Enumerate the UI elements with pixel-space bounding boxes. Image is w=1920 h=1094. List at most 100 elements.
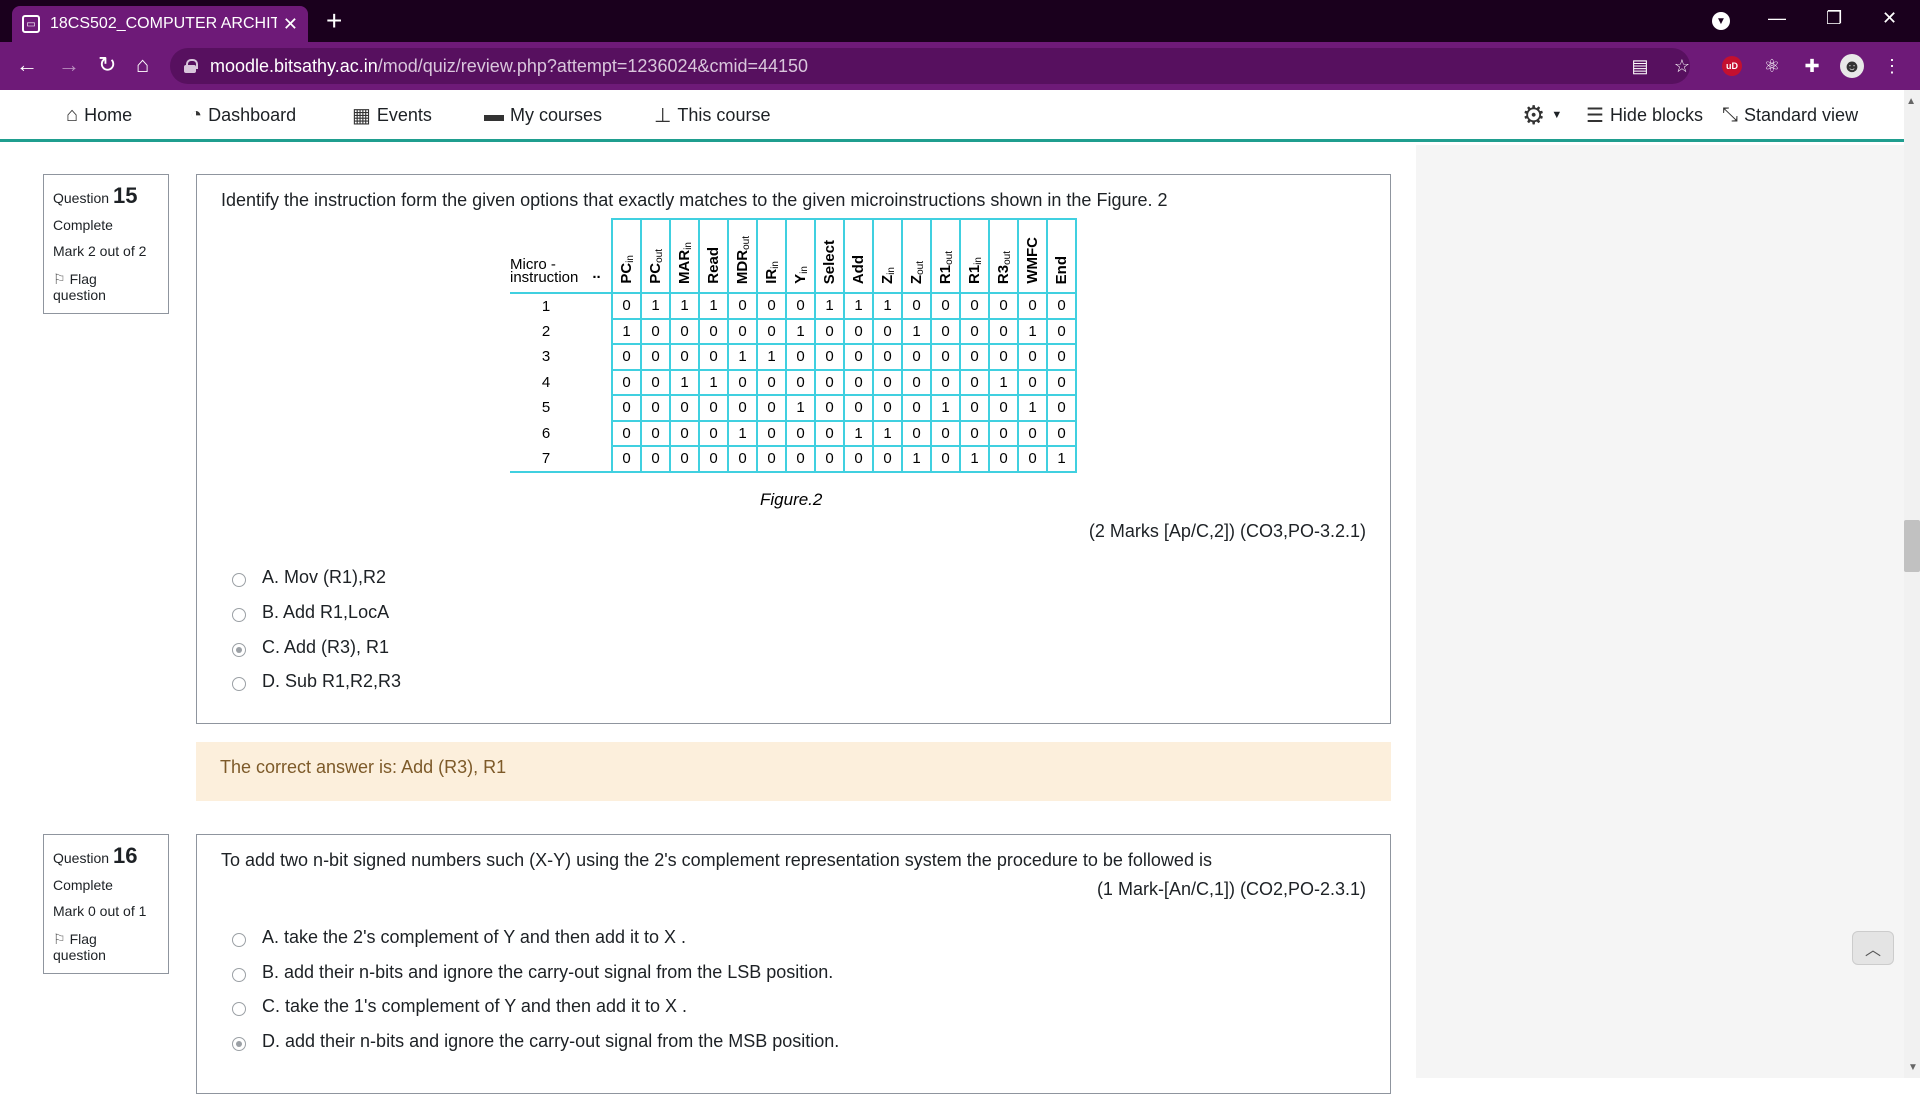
flag-question-link[interactable]: ⚐ Flag question [53, 271, 159, 303]
signal-value-cell: 0 [814, 317, 845, 345]
restore-icon[interactable]: ❐ [1826, 8, 1842, 29]
signal-value-cell: 0 [698, 317, 729, 345]
nav-home[interactable]: ⌂ Home [66, 102, 132, 128]
signal-value-cell: 0 [698, 343, 729, 371]
flag-label-2: question [53, 287, 106, 303]
compress-icon: ⤡ [1722, 103, 1738, 126]
minimize-icon[interactable]: — [1768, 8, 1786, 29]
option-a[interactable]: A. Mov (R1),R2 [232, 567, 386, 588]
option-b[interactable]: B. Add R1,LocA [232, 602, 389, 623]
nav-dashboard[interactable]: ◔ Dashboard [190, 102, 296, 128]
signal-value-cell: 1 [1017, 317, 1048, 345]
signal-value-cell: 0 [843, 343, 874, 371]
radio-button[interactable] [232, 676, 246, 691]
standard-view-label: Standard view [1744, 104, 1859, 125]
microinstruction-table: Micro - instruction .. PCin PCout MARin … [510, 218, 1077, 473]
scroll-up-icon[interactable]: ▲ [1906, 96, 1916, 107]
close-window-icon[interactable]: ✕ [1882, 8, 1897, 29]
signal-value-cell: 0 [814, 343, 845, 371]
question-number: 16 [113, 843, 138, 868]
radio-button[interactable] [232, 572, 246, 587]
bookmark-star-icon[interactable]: ☆ [1670, 54, 1694, 78]
hide-blocks-button[interactable]: ☰ Hide blocks [1586, 102, 1703, 128]
url-field[interactable]: moodle.bitsathy.ac.in/mod/quiz/review.ph… [170, 48, 1690, 84]
signal-value-cell: 0 [1046, 292, 1077, 320]
option-c[interactable]: C. Add (R3), R1 [232, 637, 389, 658]
settings-menu[interactable]: ⚙ ▼ [1522, 99, 1563, 130]
header-ir-in: IRin [756, 218, 787, 294]
scroll-down-icon[interactable]: ▼ [1908, 1062, 1918, 1073]
signal-value-cell: 0 [930, 317, 961, 345]
browser-menu-icon[interactable]: ⋮ [1880, 54, 1904, 78]
radio-button[interactable] [232, 932, 246, 947]
signal-value-cell: 0 [843, 445, 874, 473]
signal-value-cell: 0 [640, 394, 671, 422]
home-browser-icon[interactable]: ⌂ [136, 52, 149, 78]
signal-value-cell: 0 [959, 394, 990, 422]
option-b[interactable]: B. add their n-bits and ignore the carry… [232, 962, 833, 983]
page-scrollbar[interactable] [1904, 90, 1920, 1078]
dots-cell [582, 344, 613, 370]
gear-icon: ⚙ [1522, 99, 1546, 130]
browser-tab[interactable]: ▭ 18CS502_COMPUTER ARCHITECT ✕ [12, 6, 308, 42]
extensions-puzzle-icon[interactable]: ✚ [1800, 54, 1824, 78]
flag-icon: ⚐ [53, 931, 66, 947]
back-icon[interactable]: ← [16, 52, 38, 78]
radio-button[interactable] [232, 1001, 246, 1016]
header-r3-out: R3out [988, 218, 1019, 294]
microinstruction-row: 21000001000100010 [510, 317, 1077, 345]
tab-close-icon[interactable]: ✕ [283, 14, 298, 35]
signal-value-cell: 0 [756, 394, 787, 422]
header-r1-out: R1out [930, 218, 961, 294]
question-text: To add two n-bit signed numbers such (X-… [221, 850, 1212, 870]
calendar-icon: ▦ [352, 104, 371, 127]
option-a[interactable]: A. take the 2's complement of Y and then… [232, 927, 686, 948]
reload-icon[interactable]: ↻ [98, 52, 116, 78]
signal-value-cell: 0 [959, 343, 990, 371]
profile-down-icon[interactable]: ▼ [1712, 12, 1730, 30]
nav-events[interactable]: ▦ Events [352, 102, 432, 128]
option-d[interactable]: D. add their n-bits and ignore the carry… [232, 1031, 839, 1052]
option-c[interactable]: C. take the 1's complement of Y and then… [232, 996, 687, 1017]
signal-value-cell: 0 [727, 368, 758, 396]
signal-value-cell: 0 [611, 419, 642, 447]
signal-value-cell: 0 [814, 394, 845, 422]
signal-value-cell: 0 [1017, 292, 1048, 320]
signal-value-cell: 0 [640, 368, 671, 396]
profile-avatar[interactable]: ☻ [1840, 54, 1864, 78]
option-d[interactable]: D. Sub R1,R2,R3 [232, 671, 401, 692]
caret-down-icon: ▼ [1551, 109, 1563, 121]
react-extension-icon[interactable]: ⚛ [1760, 54, 1784, 78]
nav-this-course[interactable]: ⊥ This course [654, 102, 770, 128]
signal-value-cell: 0 [785, 419, 816, 447]
question-16-content: To add two n-bit signed numbers such (X-… [196, 834, 1391, 1094]
forward-icon[interactable]: → [58, 52, 80, 78]
standard-view-button[interactable]: ⤡ Standard view [1722, 102, 1858, 128]
signal-value-cell: 0 [872, 368, 903, 396]
radio-button-selected[interactable] [232, 642, 246, 657]
reader-mode-icon[interactable]: ▤ [1628, 54, 1652, 78]
ublock-extension-icon[interactable]: uD [1722, 56, 1742, 76]
back-to-top-button[interactable]: ︿ [1852, 931, 1894, 965]
new-tab-button[interactable]: + [326, 6, 342, 36]
header-pc-out: PCout [640, 218, 671, 294]
dashboard-icon: ◔ [190, 103, 203, 126]
signal-value-cell: 1 [872, 419, 903, 447]
radio-button[interactable] [232, 967, 246, 982]
flag-question-link[interactable]: ⚐ Flag question [53, 931, 159, 963]
radio-button[interactable] [232, 607, 246, 622]
radio-button-selected[interactable] [232, 1036, 246, 1051]
header-dots: .. [582, 219, 613, 294]
nav-my-courses[interactable]: ▬ My courses [484, 102, 602, 128]
microinstruction-row: 70000000000101001 [510, 445, 1077, 473]
signal-value-cell: 0 [814, 368, 845, 396]
signal-value-cell: 0 [1017, 343, 1048, 371]
url-host: moodle.bitsathy.ac.in [210, 55, 378, 76]
signal-value-cell: 1 [930, 394, 961, 422]
signal-value-cell: 1 [785, 394, 816, 422]
signal-value-cell: 0 [959, 292, 990, 320]
signal-value-cell: 0 [756, 419, 787, 447]
url-path: /mod/quiz/review.php?attempt=1236024&cmi… [377, 55, 809, 76]
scrollbar-thumb[interactable] [1904, 520, 1920, 572]
signal-value-cell: 0 [1046, 343, 1077, 371]
